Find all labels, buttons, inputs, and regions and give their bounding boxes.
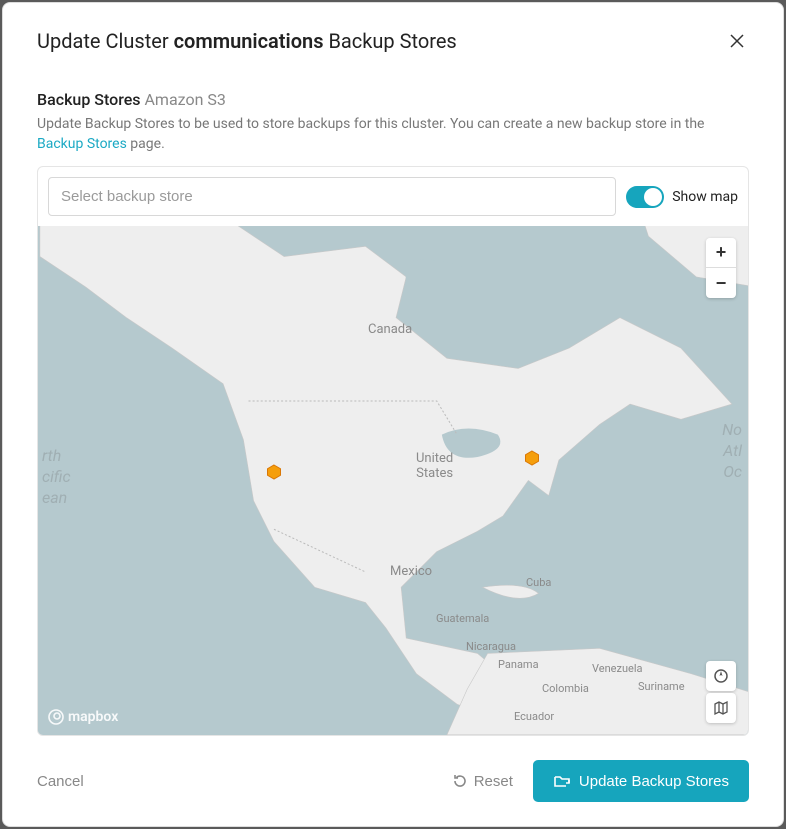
update-backup-stores-modal: Update Cluster communications Backup Sto… <box>2 2 784 827</box>
section-provider: Amazon S3 <box>144 90 225 109</box>
reset-icon <box>452 773 468 789</box>
description-after: page. <box>127 136 165 152</box>
section-title: Backup Stores Amazon S3 <box>37 90 749 109</box>
modal-content: Backup Stores Amazon S3 Update Backup St… <box>3 70 783 736</box>
map[interactable]: Canada United States Mexico Cuba Guatema… <box>38 226 748 735</box>
backup-store-select[interactable] <box>48 177 616 216</box>
map-icon <box>713 700 729 716</box>
reset-button[interactable]: Reset <box>452 773 513 790</box>
mapbox-logo-icon <box>48 709 64 725</box>
mapbox-text: mapbox <box>68 709 118 725</box>
zoom-out-button[interactable]: − <box>706 268 736 298</box>
map-zoom-controls: + − <box>706 238 736 298</box>
modal-title: Update Cluster communications Backup Sto… <box>37 29 457 53</box>
map-bottom-controls <box>706 661 736 723</box>
toggle-knob <box>644 188 662 206</box>
map-style-button[interactable] <box>706 693 736 723</box>
close-button[interactable] <box>725 29 749 56</box>
update-backup-stores-button[interactable]: Update Backup Stores <box>533 760 749 802</box>
reset-label: Reset <box>474 773 513 790</box>
cluster-name: communications <box>174 29 324 53</box>
panel-controls: Show map <box>38 167 748 226</box>
submit-label: Update Backup Stores <box>579 773 729 790</box>
modal-header: Update Cluster communications Backup Sto… <box>3 3 783 70</box>
cancel-button[interactable]: Cancel <box>37 773 84 790</box>
compass-button[interactable] <box>706 661 736 691</box>
map-land <box>38 226 748 735</box>
backup-stores-link[interactable]: Backup Stores <box>37 136 127 152</box>
footer-right: Reset Update Backup Stores <box>452 760 749 802</box>
section-description: Update Backup Stores to be used to store… <box>37 115 749 154</box>
show-map-label: Show map <box>672 189 738 205</box>
title-suffix: Backup Stores <box>323 29 456 53</box>
map-marker-us-east[interactable] <box>524 450 540 466</box>
show-map-toggle[interactable] <box>626 186 664 208</box>
zoom-in-button[interactable]: + <box>706 238 736 268</box>
show-map-toggle-wrap: Show map <box>626 186 738 208</box>
compass-icon <box>713 668 729 684</box>
close-icon <box>729 33 745 49</box>
folder-update-icon <box>553 772 571 790</box>
section-label: Backup Stores <box>37 90 141 109</box>
mapbox-attribution: mapbox <box>48 709 118 725</box>
title-prefix: Update Cluster <box>37 29 174 53</box>
description-before: Update Backup Stores to be used to store… <box>37 116 704 132</box>
modal-footer: Cancel Reset Update Backup Stores <box>3 736 783 826</box>
map-marker-us-west[interactable] <box>266 464 282 480</box>
backup-store-panel: Show map <box>37 166 749 736</box>
